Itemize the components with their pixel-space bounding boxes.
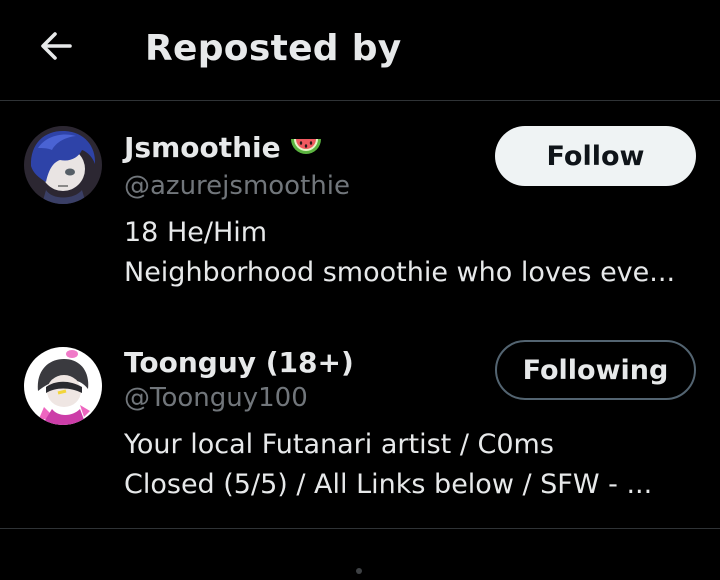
scroll-indicator <box>356 568 362 574</box>
user-name-line: Jsmoothie <box>124 131 323 165</box>
bio-line: 18 He/Him <box>124 217 268 248</box>
user-handle[interactable]: @Toonguy100 <box>124 382 308 414</box>
avatar-image <box>24 126 102 204</box>
following-button[interactable]: Following <box>495 340 696 400</box>
user-bio: Your local Futanari artist / C0ms Closed… <box>124 425 694 505</box>
avatar[interactable] <box>24 126 102 204</box>
follow-button[interactable]: Follow <box>495 126 696 186</box>
back-button[interactable] <box>36 26 76 66</box>
bio-line: Neighborhood smoothie who loves eve... <box>124 257 676 288</box>
user-cell-jsmoothie[interactable]: Jsmoothie @azurejsmoothie 18 He/Him Neig… <box>0 101 720 311</box>
user-name-line: Toonguy (18+) <box>124 346 354 380</box>
display-name[interactable]: Jsmoothie <box>124 131 281 165</box>
bio-line: Your local Futanari artist / C0ms <box>124 429 554 460</box>
user-cell-toonguy[interactable]: Toonguy (18+) @Toonguy100 Your local Fut… <box>0 320 720 529</box>
top-bar: Reposted by <box>0 0 720 101</box>
avatar[interactable] <box>24 347 102 425</box>
arrow-left-icon <box>41 32 72 60</box>
display-name[interactable]: Toonguy (18+) <box>124 346 354 380</box>
watermelon-icon <box>289 135 323 161</box>
user-bio: 18 He/Him Neighborhood smoothie who love… <box>124 213 694 293</box>
avatar-image <box>24 347 102 425</box>
bio-line: Closed (5/5) / All Links below / SFW - .… <box>124 469 653 500</box>
user-handle[interactable]: @azurejsmoothie <box>124 170 350 202</box>
page-title: Reposted by <box>145 28 402 69</box>
